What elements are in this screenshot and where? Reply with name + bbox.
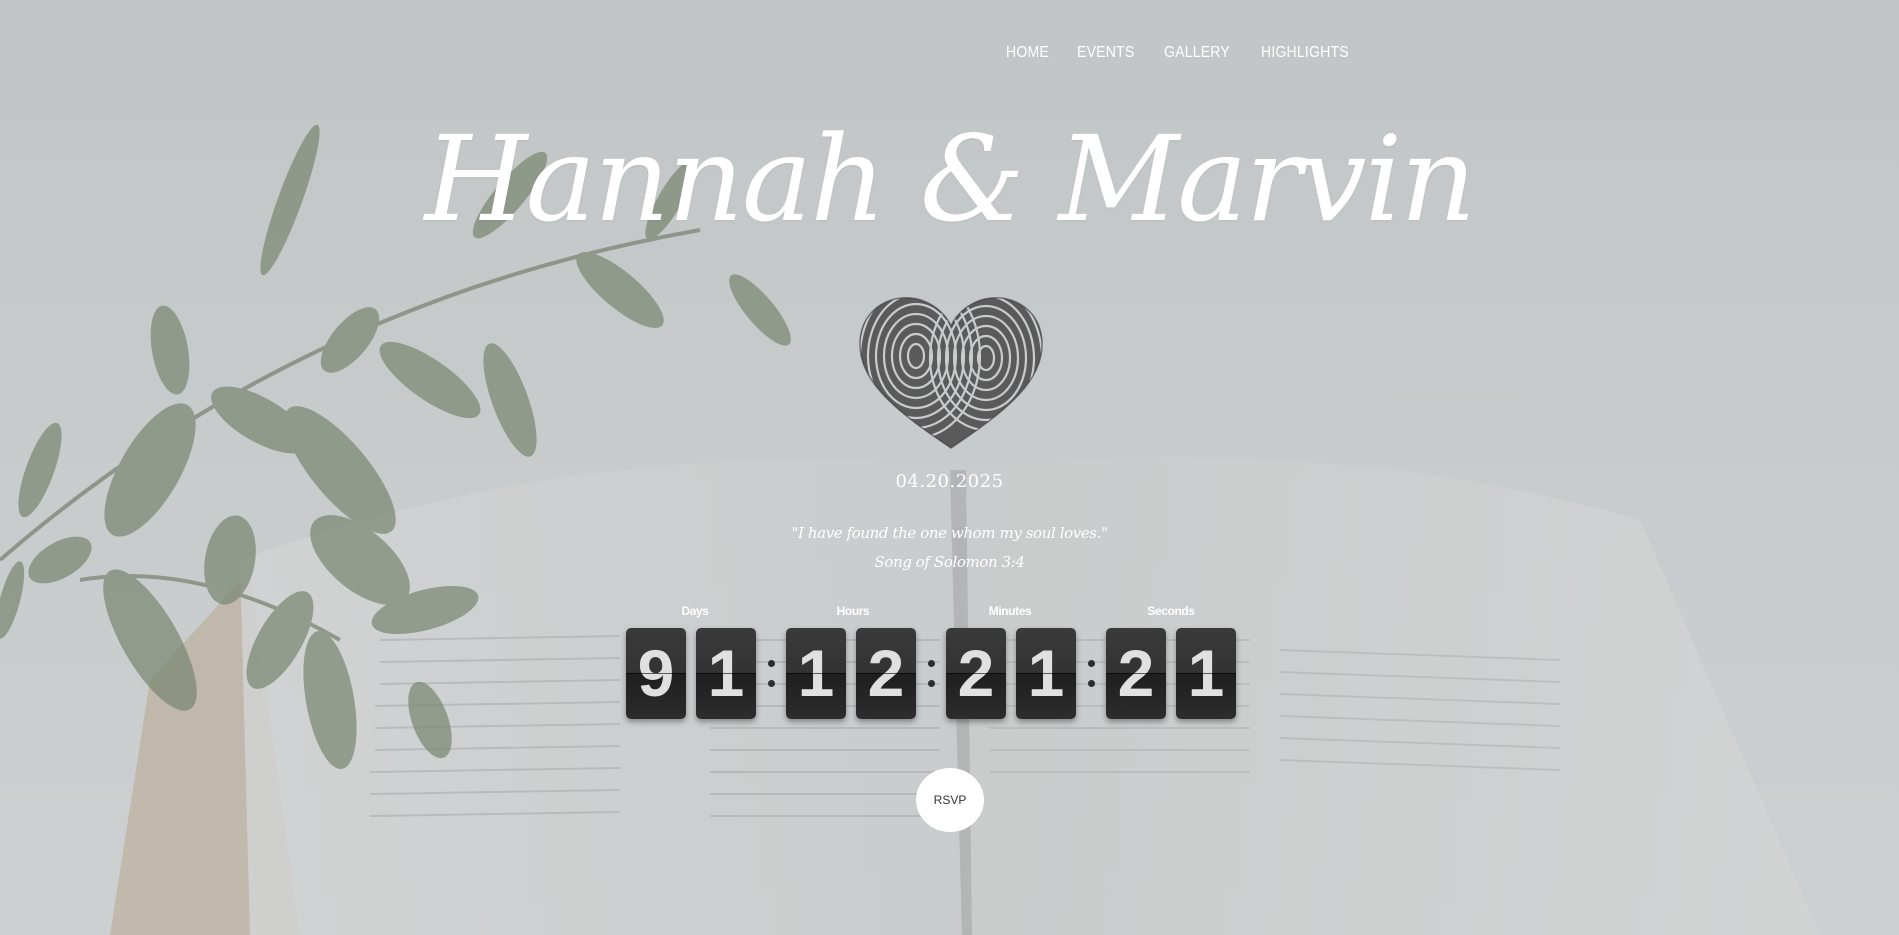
- countdown-minutes-label: Minutes: [988, 604, 1032, 618]
- nav-events[interactable]: EVENTS: [1077, 44, 1134, 62]
- countdown-seconds-digit: 1: [1176, 628, 1236, 719]
- nav-highlights[interactable]: HIGHLIGHTS: [1261, 44, 1349, 62]
- countdown-separator: [766, 650, 776, 696]
- countdown-separator: [1086, 650, 1096, 696]
- countdown-days-digit: 9: [626, 628, 686, 719]
- countdown-hours-label: Hours: [836, 604, 870, 618]
- nav-gallery[interactable]: GALLERY: [1164, 44, 1230, 62]
- fingerprint-heart-icon: [859, 297, 1043, 449]
- countdown-days-label: Days: [681, 604, 709, 618]
- countdown-hours-digit: 2: [856, 628, 916, 719]
- countdown-minutes-digit: 2: [946, 628, 1006, 719]
- countdown-seconds-label: Seconds: [1147, 604, 1195, 618]
- main-nav: HOME EVENTS GALLERY HIGHLIGHTS: [1006, 44, 1361, 62]
- countdown-separator: [926, 650, 936, 696]
- scripture-reference: Song of Solomon 3:4: [874, 553, 1025, 571]
- hero-page: HOME EVENTS GALLERY HIGHLIGHTS Hannah & …: [0, 0, 1899, 935]
- countdown-days-digit: 1: [696, 628, 756, 719]
- scripture-quote: "I have found the one whom my soul loves…: [791, 524, 1108, 542]
- countdown-seconds-digit: 2: [1106, 628, 1166, 719]
- countdown-minutes-digit: 1: [1016, 628, 1076, 719]
- couple-names: Hannah & Marvin: [424, 110, 1477, 248]
- wedding-date: 04.20.2025: [895, 471, 1004, 492]
- nav-home[interactable]: HOME: [1006, 44, 1049, 62]
- rsvp-button[interactable]: RSVP: [916, 768, 984, 832]
- countdown-hours-digit: 1: [786, 628, 846, 719]
